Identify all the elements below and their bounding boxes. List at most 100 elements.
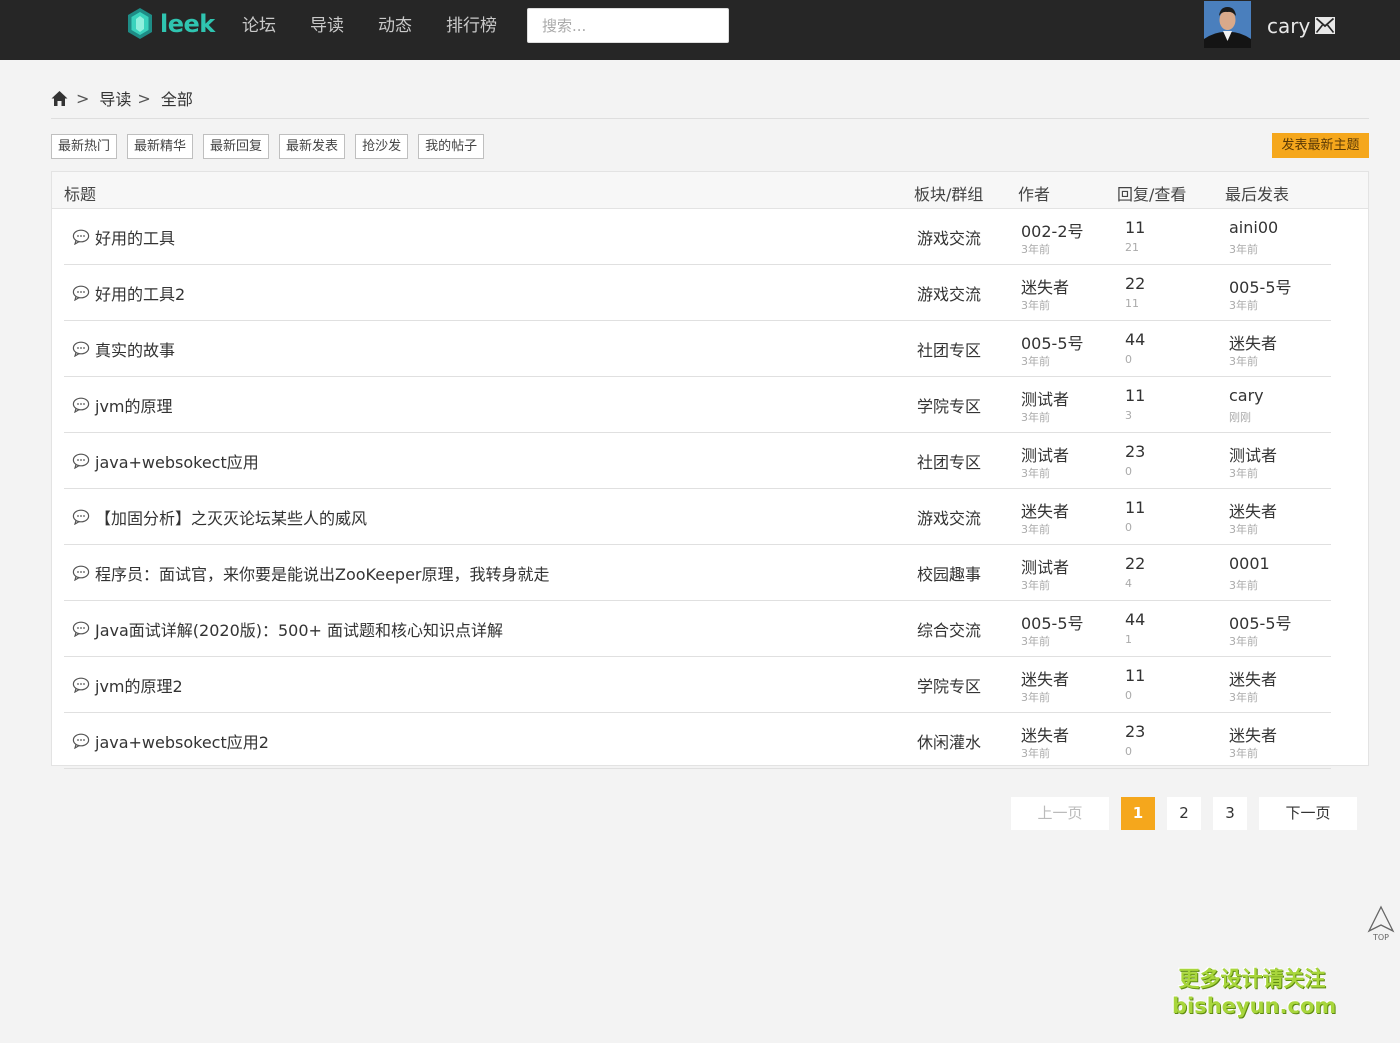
table-row[interactable]: 好用的工具 游戏交流 002-2号 3年前 11 21 aini00 3年前 [64,209,1331,265]
thread-last-time: 3年前 [1229,747,1258,760]
thread-last-user[interactable]: cary [1229,386,1264,405]
thread-author[interactable]: 005-5号 [1021,610,1084,634]
thread-title-link[interactable]: 【加固分析】之灭灭论坛某些人的威风 [72,505,367,529]
new-topic-button[interactable]: 发表最新主题 [1272,133,1369,158]
prev-page-button[interactable]: 上一页 [1011,797,1109,830]
thread-last-user[interactable]: 005-5号 [1229,610,1292,634]
thread-author[interactable]: 002-2号 [1021,218,1084,242]
thread-author-time: 3年前 [1021,467,1050,480]
thread-title-link[interactable]: 好用的工具2 [72,281,185,305]
search-input[interactable] [527,8,729,43]
thread-title-link[interactable]: jvm的原理2 [72,673,183,697]
thread-author[interactable]: 测试者 [1021,442,1069,466]
home-icon[interactable] [51,90,68,107]
table-row[interactable]: Java面试详解(2020版)：500+ 面试题和核心知识点详解 综合交流 005-… [64,601,1331,657]
thread-author[interactable]: 迷失者 [1021,274,1069,298]
thread-last-user[interactable]: 迷失者 [1229,330,1277,354]
thread-bubble-icon [72,341,90,357]
thread-board[interactable]: 游戏交流 [917,225,981,249]
filter-my-posts-button[interactable]: 我的帖子 [418,134,485,159]
thread-last-user[interactable]: 迷失者 [1229,722,1277,746]
username[interactable]: cary [1267,14,1310,38]
thread-replies: 22 [1125,274,1146,293]
brand-logo[interactable]: leek [126,4,215,44]
page-1-button[interactable]: 1 [1121,797,1155,830]
breadcrumb-item-guide[interactable]: 导读 [99,86,131,110]
filter-hot-button[interactable]: 最新热门 [51,134,118,159]
table-row[interactable]: 【加固分析】之灭灭论坛某些人的威风 游戏交流 迷失者 3年前 11 0 迷失者 3年前 [64,489,1331,545]
thread-author[interactable]: 测试者 [1021,386,1069,410]
thread-title: 真实的故事 [95,341,176,360]
page-3-button[interactable]: 3 [1213,797,1247,830]
filter-latest-post-button[interactable]: 最新发表 [279,134,346,159]
nav-item-guide[interactable]: 导读 [310,12,344,40]
thread-title-link[interactable]: 好用的工具 [72,225,175,249]
thread-title-link[interactable]: 程序员：面试官，来你要是能说出ZooKeeper原理，我转身就走 [72,561,550,585]
breadcrumb-separator: > [76,88,90,108]
thread-bubble-icon [72,397,90,413]
thread-title-link[interactable]: Java面试详解(2020版)：500+ 面试题和核心知识点详解 [72,617,503,641]
thread-last-user[interactable]: 迷失者 [1229,666,1277,690]
thread-title: 好用的工具2 [95,285,186,304]
filter-essence-button[interactable]: 最新精华 [127,134,194,159]
thread-title-link[interactable]: java+websokect应用 [72,449,259,473]
thread-board[interactable]: 社团专区 [917,337,981,361]
thread-table: 标题 板块/群组 作者 回复/查看 最后发表 好用的工具 游戏交流 002-2号 3年… [51,171,1369,769]
thread-board[interactable]: 游戏交流 [917,505,981,529]
mail-icon[interactable] [1315,17,1335,34]
table-row[interactable]: 好用的工具2 游戏交流 迷失者 3年前 22 11 005-5号 3年前 [64,265,1331,321]
thread-author-time: 3年前 [1021,299,1050,312]
thread-board[interactable]: 学院专区 [917,393,981,417]
table-header: 标题 板块/群组 作者 回复/查看 最后发表 [52,172,1368,209]
thread-board[interactable]: 休闲灌水 [917,729,981,753]
nav-item-ranking[interactable]: 排行榜 [446,12,497,40]
user-avatar[interactable] [1204,1,1251,48]
next-page-button[interactable]: 下一页 [1259,797,1357,830]
filter-first-reply-button[interactable]: 抢沙发 [355,134,409,159]
page-2-button[interactable]: 2 [1167,797,1201,830]
filter-latest-reply-button[interactable]: 最新回复 [203,134,270,159]
thread-author[interactable]: 005-5号 [1021,330,1084,354]
thread-author[interactable]: 迷失者 [1021,722,1069,746]
thread-title-link[interactable]: 真实的故事 [72,337,175,361]
thread-last-user[interactable]: 0001 [1229,554,1270,573]
header-stats: 回复/查看 [1117,185,1187,204]
table-row[interactable]: java+websokect应用 社团专区 测试者 3年前 23 0 测试者 3年前 [64,433,1331,489]
thread-last-time: 刚刚 [1229,411,1251,424]
table-row[interactable]: 真实的故事 社团专区 005-5号 3年前 44 0 迷失者 3年前 [64,321,1331,377]
thread-last-user[interactable]: aini00 [1229,218,1278,237]
thread-last-user[interactable]: 迷失者 [1229,498,1277,522]
table-row[interactable]: java+websokect应用2 休闲灌水 迷失者 3年前 23 0 迷失者 3年前 [64,713,1331,769]
back-to-top-icon[interactable]: TOP [1366,905,1396,943]
thread-views: 3 [1125,409,1132,422]
thread-author[interactable]: 迷失者 [1021,666,1069,690]
table-row[interactable]: jvm的原理 学院专区 测试者 3年前 11 3 cary 刚刚 [64,377,1331,433]
breadcrumb-item-all: 全部 [160,90,193,109]
thread-views: 0 [1125,465,1132,478]
thread-author[interactable]: 测试者 [1021,554,1069,578]
thread-title: jvm的原理 [95,397,173,416]
thread-replies: 11 [1125,218,1146,237]
thread-last-user[interactable]: 测试者 [1229,442,1277,466]
thread-board[interactable]: 学院专区 [917,673,981,697]
thread-last-user[interactable]: 005-5号 [1229,274,1292,298]
thread-board[interactable]: 游戏交流 [917,281,981,305]
thread-title-link[interactable]: jvm的原理 [72,393,173,417]
thread-board[interactable]: 社团专区 [917,449,981,473]
nav-item-forum[interactable]: 论坛 [242,12,276,40]
thread-replies: 23 [1125,722,1146,741]
thread-bubble-icon [72,677,90,693]
thread-last-time: 3年前 [1229,243,1258,256]
nav-item-activity[interactable]: 动态 [378,12,412,40]
thread-board[interactable]: 校园趣事 [917,561,981,585]
thread-author[interactable]: 迷失者 [1021,498,1069,522]
thread-title: jvm的原理2 [95,677,183,696]
thread-last-time: 3年前 [1229,635,1258,648]
top-navigation-bar: leek 论坛 导读 动态 排行榜 cary [0,0,1400,60]
thread-last-time: 3年前 [1229,299,1258,312]
table-row[interactable]: 程序员：面试官，来你要是能说出ZooKeeper原理，我转身就走 校园趣事 测试者 3… [64,545,1331,601]
thread-views: 11 [1125,297,1139,310]
thread-board[interactable]: 综合交流 [917,617,981,641]
table-row[interactable]: jvm的原理2 学院专区 迷失者 3年前 11 0 迷失者 3年前 [64,657,1331,713]
thread-title-link[interactable]: java+websokect应用2 [72,729,269,753]
